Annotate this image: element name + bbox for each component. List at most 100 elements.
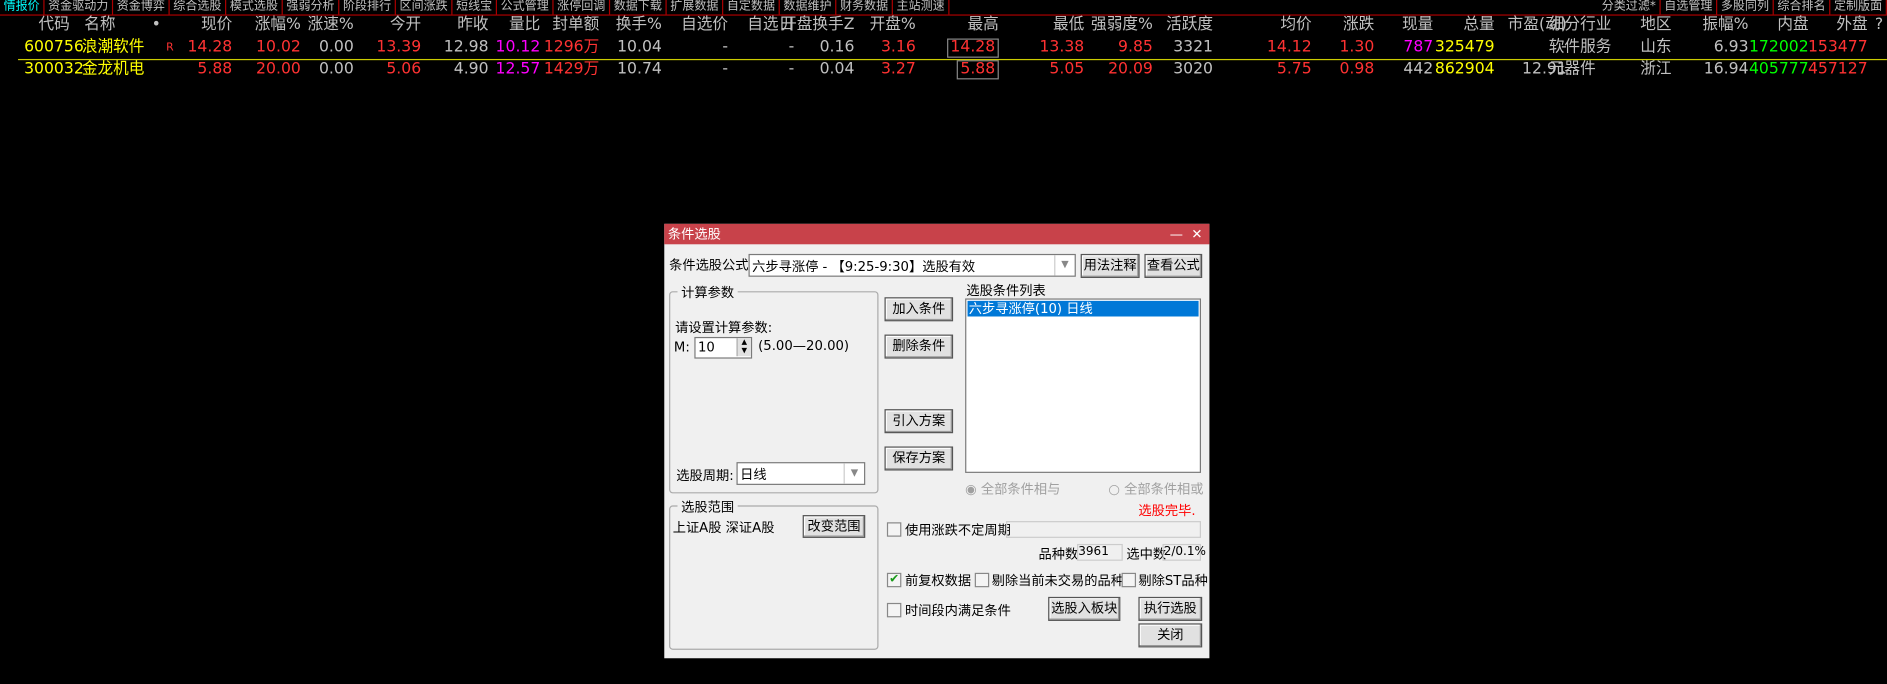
- forward-adjusted-label: 前复权数据: [904, 572, 972, 589]
- scope-value: 上证A股 深证A股: [672, 519, 775, 536]
- condition-list[interactable]: 六步寻涨停(10) 日线: [965, 298, 1201, 473]
- close-icon[interactable]: ✕: [1191, 224, 1202, 244]
- stock-name: 浪潮软件: [81, 38, 145, 57]
- toolbar-tab[interactable]: 自定数据: [723, 0, 780, 15]
- delete-condition-button[interactable]: 删除条件: [884, 334, 954, 359]
- radio-all-and[interactable]: ◉ 全部条件相与: [965, 479, 1060, 498]
- timespan-label: 时间段内满足条件: [904, 602, 1011, 619]
- column-header[interactable]: 活跃度: [1166, 14, 1213, 36]
- toolbar-tab[interactable]: 数据维护: [780, 0, 837, 15]
- cell: 5.88: [197, 60, 233, 79]
- toolbar-spacer: [949, 0, 1598, 14]
- cell: 5.05: [1049, 60, 1085, 79]
- condition-list-item[interactable]: 六步寻涨停(10) 日线: [967, 300, 1199, 317]
- column-header[interactable]: 代码: [39, 14, 70, 36]
- view-formula-button[interactable]: 查看公式: [1144, 253, 1203, 278]
- toolbar-tab[interactable]: 强弱分析: [283, 0, 340, 15]
- column-header[interactable]: 内盘: [1777, 14, 1808, 36]
- toolbar-tab[interactable]: 公式管理: [497, 0, 554, 15]
- column-header[interactable]: 昨收: [457, 14, 488, 36]
- toolbar-tab[interactable]: 综合排名: [1774, 0, 1831, 15]
- formula-combo[interactable]: 六步寻涨停 - 【9:25-9:30】选股有效 ▼: [748, 253, 1076, 277]
- column-header[interactable]: ?: [1875, 14, 1883, 36]
- add-condition-button[interactable]: 加入条件: [884, 297, 954, 322]
- column-header[interactable]: 现量: [1402, 14, 1433, 36]
- save-plan-button[interactable]: 保存方案: [884, 446, 954, 471]
- cell: 3.27: [880, 60, 916, 79]
- toolbar-tab[interactable]: 主站测速: [893, 0, 950, 15]
- column-header[interactable]: 细分行业: [1549, 14, 1612, 36]
- import-plan-button[interactable]: 引入方案: [884, 409, 954, 434]
- column-header[interactable]: 自选价: [681, 14, 728, 36]
- column-header[interactable]: 最低: [1053, 14, 1084, 36]
- chevron-down-icon[interactable]: ▼: [1054, 255, 1074, 276]
- cell: 3.16: [880, 38, 916, 57]
- column-header[interactable]: 现价: [201, 14, 232, 36]
- period-combo[interactable]: 日线 ▼: [736, 462, 866, 485]
- column-header[interactable]: 振幅%: [1702, 14, 1748, 36]
- toolbar-tab[interactable]: 区间涨跌: [396, 0, 453, 15]
- cell: 0.00: [318, 38, 354, 57]
- toolbar-tab[interactable]: 多股同列: [1717, 0, 1774, 15]
- column-header[interactable]: 强弱度%: [1091, 14, 1153, 36]
- toolbar-tab[interactable]: 数据下载: [610, 0, 667, 15]
- cell: 3020: [1173, 60, 1214, 79]
- toolbar-tab[interactable]: 自选管理: [1661, 0, 1718, 15]
- toolbar-tab[interactable]: 短线宝: [452, 0, 498, 15]
- column-header[interactable]: 量比: [509, 14, 540, 36]
- period-input[interactable]: [1006, 521, 1201, 538]
- toolbar-tab[interactable]: 扩展数据: [667, 0, 724, 15]
- toolbar-tab[interactable]: 资金驱动力: [45, 0, 114, 15]
- column-header[interactable]: 均价: [1280, 14, 1311, 36]
- toolbar-tab[interactable]: 财务数据: [836, 0, 893, 15]
- column-header[interactable]: 封单额: [552, 14, 599, 36]
- count-value: 3961: [1077, 543, 1123, 561]
- column-header[interactable]: 总量: [1463, 14, 1494, 36]
- param-m-stepper[interactable]: 10 ▲ ▼: [694, 336, 753, 359]
- table-row[interactable]: 300032 金龙机电 5.88 20.00 0.00 5.06 4.90 12.57 1429…: [0, 59, 1887, 81]
- change-scope-button[interactable]: 改变范围: [802, 515, 866, 538]
- toolbar-tab[interactable]: 阶段排行: [339, 0, 396, 15]
- column-header[interactable]: 换手%: [616, 14, 662, 36]
- close-button[interactable]: 关闭: [1138, 623, 1203, 648]
- use-variable-period-label: 使用涨跌不定周期: [904, 522, 1011, 538]
- radio-all-or[interactable]: ○ 全部条件相或: [1108, 479, 1203, 498]
- table-row[interactable]: 600756 浪潮软件 R 14.28 10.02 0.00 13.39 12.98 10.12…: [0, 37, 1887, 59]
- column-header[interactable]: 开盘换手Z: [781, 14, 854, 36]
- run-selection-button[interactable]: 执行选股: [1138, 596, 1203, 621]
- toolbar-tab[interactable]: 涨停回调: [554, 0, 611, 15]
- stock-code: 300032: [24, 60, 84, 79]
- column-header[interactable]: 今开: [390, 14, 421, 36]
- column-header[interactable]: 最高: [968, 14, 999, 36]
- column-header[interactable]: 涨跌: [1343, 14, 1374, 36]
- usage-notes-button[interactable]: 用法注释: [1080, 253, 1140, 278]
- use-variable-period-checkbox[interactable]: [886, 522, 902, 537]
- column-header[interactable]: 名称: [84, 14, 115, 36]
- dialog-title-bar[interactable]: 条件选股 — ✕: [664, 223, 1210, 245]
- radio-all-or-label: 全部条件相或: [1124, 481, 1204, 498]
- condition-list-label: 选股条件列表: [966, 282, 1046, 299]
- toolbar-tab[interactable]: 定制版面: [1830, 0, 1887, 15]
- forward-adjusted-checkbox[interactable]: ✔: [886, 572, 902, 588]
- radio-all-and-label: 全部条件相与: [980, 481, 1061, 498]
- toolbar-tab[interactable]: 模式选股: [226, 0, 283, 15]
- timespan-checkbox[interactable]: [886, 602, 902, 618]
- spin-arrows-icon[interactable]: ▲ ▼: [736, 338, 751, 357]
- toolbar-tab[interactable]: 分类过滤*: [1598, 0, 1661, 15]
- toolbar-tab[interactable]: 情报价: [0, 0, 45, 15]
- chevron-down-icon[interactable]: ▼: [843, 463, 864, 484]
- exclude-untraded-checkbox[interactable]: [974, 572, 990, 588]
- column-header[interactable]: 地区: [1640, 14, 1671, 36]
- exclude-st-checkbox[interactable]: [1121, 572, 1137, 588]
- column-header[interactable]: 涨速%: [308, 14, 354, 36]
- add-to-block-button[interactable]: 选股入板块: [1048, 596, 1121, 621]
- toolbar-tab[interactable]: 资金博弈: [113, 0, 170, 15]
- column-header[interactable]: 外盘: [1836, 14, 1867, 36]
- cell: 10.74: [617, 60, 662, 79]
- condition-stock-selection-dialog: 条件选股 — ✕ 条件选股公式 六步寻涨停 - 【9:25-9:30】选股有效 …: [664, 223, 1210, 659]
- minimize-icon[interactable]: —: [1170, 224, 1183, 244]
- column-header[interactable]: 开盘%: [870, 14, 916, 36]
- column-header[interactable]: 涨幅%: [255, 14, 301, 36]
- column-header[interactable]: •: [152, 14, 161, 36]
- toolbar-tab[interactable]: 综合选股: [170, 0, 227, 15]
